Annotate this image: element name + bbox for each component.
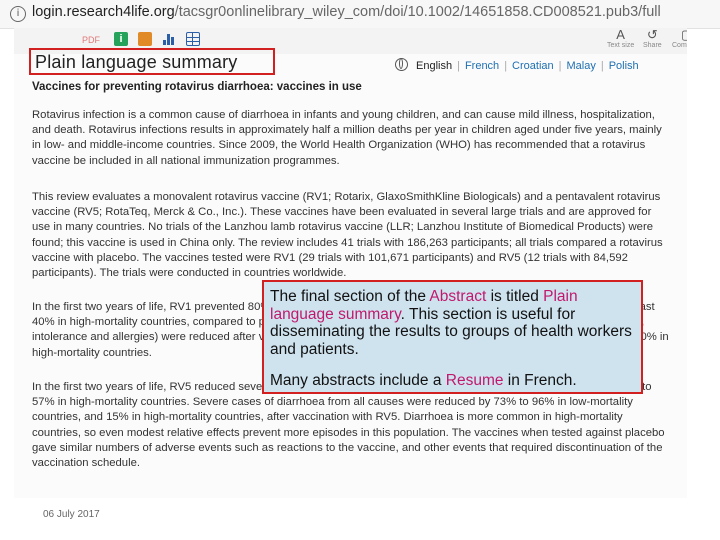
callout-text-2: Many abstracts include a Resume in Frenc…	[270, 372, 577, 389]
info-icon[interactable]: i	[10, 6, 26, 22]
abstract-term: Abstract	[429, 288, 487, 305]
slide-date: 06 July 2017	[43, 509, 100, 520]
text-size-button[interactable]: A Text size	[607, 28, 634, 50]
comment-label: Comment	[672, 42, 687, 49]
url-text[interactable]: login.research4life.org/tacsgr0onlinelib…	[32, 4, 661, 20]
globe-icon	[395, 58, 408, 71]
resume-term: Resume	[445, 372, 504, 389]
book-icon[interactable]	[138, 32, 152, 46]
callout-text-1: The final section of the Abstract is tit…	[270, 288, 632, 358]
language-option-malay[interactable]: Malay	[566, 60, 595, 72]
summary-paragraph: This review evaluates a monovalent rotav…	[32, 191, 663, 280]
chart-icon[interactable]	[162, 32, 176, 46]
table-icon[interactable]	[186, 32, 200, 46]
summary-paragraph: Rotavirus infection is a common cause of…	[32, 109, 662, 167]
annotation-callout: The final section of the Abstract is tit…	[262, 280, 643, 394]
page-title: Plain language summary	[35, 52, 238, 72]
language-option-english[interactable]: English	[416, 60, 452, 72]
share-button[interactable]: ↺ Share	[643, 28, 662, 50]
text-size-icon: A	[616, 28, 625, 42]
text-size-label: Text size	[607, 42, 635, 49]
language-option-polish[interactable]: Polish	[609, 60, 639, 72]
pdf-link[interactable]: PDF	[82, 35, 100, 45]
article-page: PDF i A Text size ↺ Share ▢ Comment Plai…	[14, 28, 687, 498]
language-selector: English | French | Croatian | Malay | Polish	[395, 58, 639, 72]
language-option-croatian[interactable]: Croatian	[512, 60, 554, 72]
url-host: login.research4life.org	[32, 4, 175, 20]
language-option-french[interactable]: French	[465, 60, 499, 72]
share-label: Share	[643, 42, 662, 49]
info-icon[interactable]: i	[114, 32, 128, 46]
summary-subtitle: Vaccines for preventing rotavirus diarrh…	[32, 81, 362, 93]
browser-address-bar[interactable]: i login.research4life.org/tacsgr0onlinel…	[0, 0, 720, 29]
share-icon: ↺	[646, 28, 658, 42]
section-title-highlight: Plain language summary	[29, 48, 275, 75]
comment-icon: ▢	[672, 28, 687, 42]
comment-button[interactable]: ▢ Comment	[672, 28, 687, 50]
url-path: /tacsgr0onlinelibrary_wiley_com/doi/10.1…	[174, 4, 661, 20]
